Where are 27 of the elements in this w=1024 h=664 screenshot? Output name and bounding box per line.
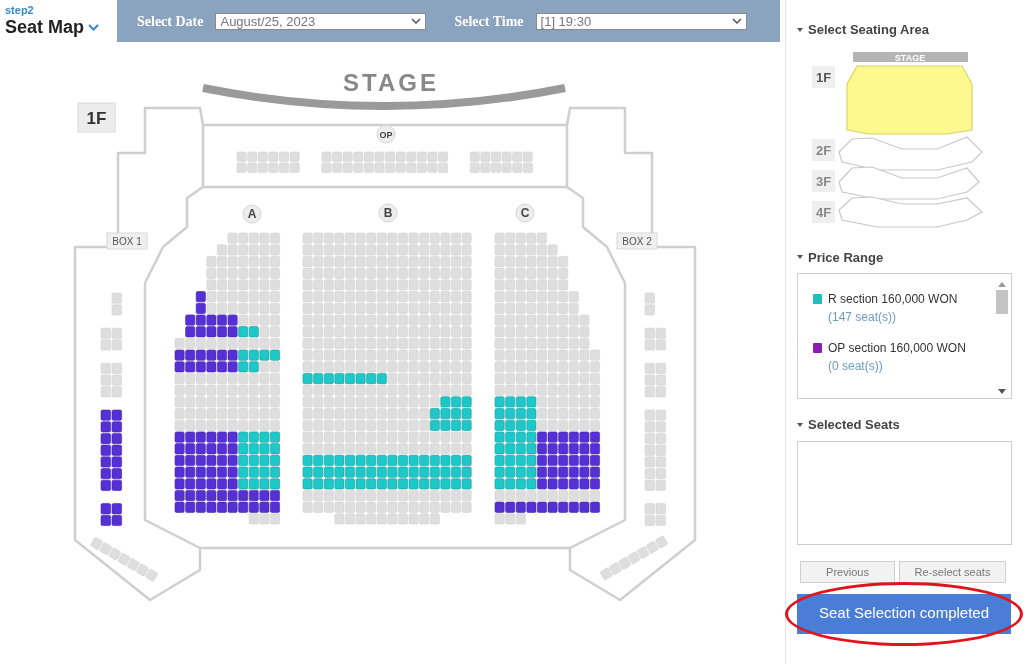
- floor-tab[interactable]: 2F: [812, 138, 835, 161]
- page-title: Seat Map: [5, 16, 85, 38]
- section-marker: OP: [376, 124, 396, 144]
- floor-badge: 1F: [77, 102, 116, 133]
- box-label: BOX 2: [616, 232, 658, 250]
- time-label: Select Time: [454, 12, 524, 31]
- section-heading: Price Range: [808, 248, 884, 267]
- section-marker: B: [378, 203, 398, 223]
- price-label: R section 160,000 WON (147 seat(s)): [828, 291, 959, 326]
- date-label: Select Date: [137, 12, 204, 31]
- date-select[interactable]: August/25, 2023: [215, 12, 427, 30]
- nav-button[interactable]: Re-select seats: [899, 560, 1006, 583]
- section-marker: C: [515, 203, 535, 223]
- floor-tab[interactable]: 1F: [812, 65, 835, 88]
- floor-tab[interactable]: 4F: [812, 200, 835, 223]
- box-label: BOX 1: [106, 232, 148, 250]
- step-label: step2: [5, 4, 35, 16]
- nav-button[interactable]: Previous: [800, 560, 895, 583]
- section-marker: A: [242, 204, 262, 224]
- stage-label: STAGE: [343, 69, 439, 96]
- section-heading: Selected Seats: [808, 416, 900, 434]
- complete-button[interactable]: Seat Selection completed: [797, 593, 1011, 634]
- price-label: OP section 160,000 WON (0 seat(s)): [828, 340, 967, 375]
- section-heading: Select Seating Area: [808, 21, 929, 39]
- mini-stage: STAGE: [853, 51, 968, 63]
- time-select[interactable]: [1] 19:30: [535, 12, 747, 30]
- floor-tab[interactable]: 3F: [812, 169, 835, 192]
